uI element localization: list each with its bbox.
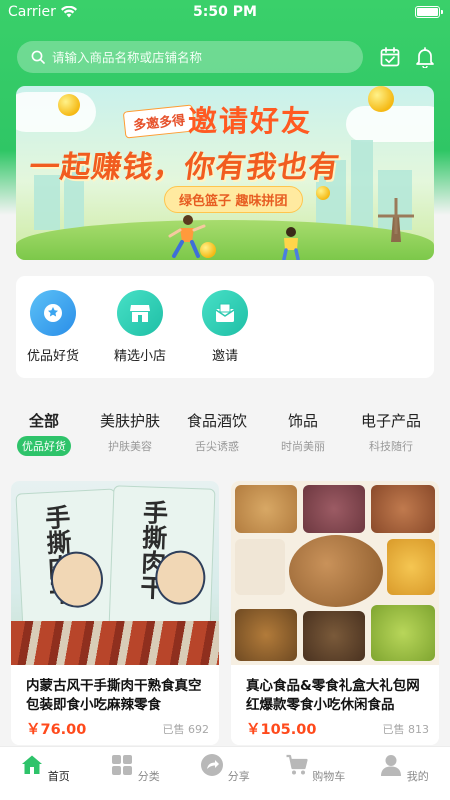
category-tab-accessories[interactable]: 饰品 时尚美丽	[258, 410, 348, 456]
tab-home[interactable]: 首页	[10, 753, 80, 784]
battery-icon	[415, 6, 443, 18]
building-decoration	[351, 140, 373, 230]
category-tab-all[interactable]: 全部 优品好货	[0, 410, 89, 456]
home-icon	[22, 755, 43, 774]
snack-peas	[371, 605, 435, 661]
cloud-decoration	[16, 92, 96, 132]
category-subtitle: 优品好货	[17, 436, 71, 456]
category-tab-electronics[interactable]: 电子产品 科技随行	[346, 410, 436, 456]
snack-beans	[235, 609, 297, 661]
jerky-pile	[11, 621, 219, 665]
tab-label: 我的	[406, 770, 429, 783]
share-icon	[201, 754, 224, 776]
category-subtitle: 科技随行	[369, 440, 413, 453]
shortcut-label: 优品好货	[26, 349, 79, 364]
product-price: ￥76.00	[26, 722, 87, 738]
product-name: 真心食品&零食礼盒大礼包网红爆款零食小吃休闲食品	[246, 678, 420, 713]
invite-envelope-icon	[202, 290, 248, 336]
jerky-package: 手撕肉干	[108, 485, 216, 633]
category-subtitle: 舌尖诱惑	[195, 440, 239, 453]
tab-label: 购物车	[312, 770, 346, 783]
category-title: 全部	[28, 412, 59, 430]
snack-mix	[303, 611, 365, 661]
snack-nougat	[235, 539, 285, 595]
status-bar: Carrier 5:50 PM	[0, 0, 450, 24]
status-time: 5:50 PM	[193, 4, 257, 20]
snack-walnut	[235, 485, 297, 533]
gear-badge-icon	[30, 290, 76, 336]
product-price: ￥105.00	[246, 722, 317, 738]
shortcut-selected-stores[interactable]: 精选小店	[100, 290, 180, 364]
coin-icon	[368, 86, 394, 112]
shortcut-panel: 优品好货 精选小店 邀请	[16, 276, 434, 378]
tab-label: 首页	[47, 770, 70, 783]
tab-cart[interactable]: 购物车	[280, 753, 350, 784]
snack-meat	[303, 485, 365, 533]
category-tab-skincare[interactable]: 美肤护肤 护肤美容	[85, 410, 175, 456]
tab-mine[interactable]: 我的	[369, 753, 439, 784]
banner-title: 邀请好友	[188, 104, 313, 138]
calendar-check-icon[interactable]	[379, 46, 401, 68]
tab-label: 分享	[227, 770, 250, 783]
category-title: 饰品	[287, 412, 318, 430]
tab-category[interactable]: 分类	[100, 753, 170, 784]
banner-tag: 多邀多得	[122, 104, 196, 139]
product-sold-count: 已售 692	[162, 723, 210, 736]
search-input[interactable]	[52, 49, 332, 65]
shortcut-label: 邀请	[211, 349, 238, 364]
category-tabs: 全部 优品好货 美肤护肤 护肤美容 食品酒饮 舌尖诱惑 饰品 时尚美丽 电子产品…	[0, 410, 450, 466]
snack-pastry	[387, 539, 435, 595]
store-icon	[117, 290, 163, 336]
shortcut-label: 精选小店	[113, 349, 166, 364]
child-illustration	[282, 227, 300, 260]
bottom-tab-bar: 首页 分类 分享 购物车 我的	[0, 746, 450, 800]
cart-icon	[286, 754, 308, 775]
grid-icon	[112, 755, 133, 775]
snack-almonds	[289, 535, 383, 607]
banner-subtitle: 绿色篮子 趣味拼团	[164, 186, 303, 213]
jerky-package: 手撕肉干	[15, 488, 123, 634]
category-title: 电子产品	[360, 412, 421, 430]
bell-icon[interactable]	[414, 46, 436, 68]
banner-slogan: 一起赚钱，你有我也有	[27, 150, 342, 185]
product-name: 内蒙古风干手撕肉干熟食真空包装即食小吃麻辣零食	[26, 678, 202, 713]
product-image: 手撕肉干 手撕肉干	[11, 481, 219, 665]
invite-banner[interactable]: 多邀多得 邀请好友 一起赚钱，你有我也有 绿色篮子 趣味拼团	[16, 86, 434, 260]
search-icon	[31, 50, 45, 64]
tab-label: 分类	[137, 770, 160, 783]
search-bar[interactable]	[17, 41, 363, 73]
cloud-decoration	[346, 106, 434, 142]
category-tab-food[interactable]: 食品酒饮 舌尖诱惑	[172, 410, 262, 456]
running-person-illustration	[168, 215, 206, 258]
cartoon-illustration	[154, 549, 207, 606]
shortcut-quality-goods[interactable]: 优品好货	[13, 290, 93, 364]
product-sold-count: 已售 813	[382, 723, 430, 736]
category-title: 食品酒饮	[186, 412, 247, 430]
tab-share[interactable]: 分享	[190, 753, 260, 784]
category-subtitle: 时尚美丽	[281, 440, 325, 453]
product-card[interactable]: 真心食品&零食礼盒大礼包网红爆款零食小吃休闲食品 ￥105.00 已售 813	[231, 481, 439, 745]
shortcut-invite[interactable]: 邀请	[185, 290, 265, 364]
product-card[interactable]: 手撕肉干 手撕肉干 内蒙古风干手撕肉干熟食真空包装即食小吃麻辣零食 ￥76.00…	[11, 481, 219, 745]
coin-icon	[58, 94, 80, 116]
category-subtitle: 护肤美容	[108, 440, 152, 453]
snack-cake	[371, 485, 435, 533]
product-image	[231, 481, 439, 665]
category-title: 美肤护肤	[99, 412, 160, 430]
coin-icon	[316, 186, 330, 200]
user-icon	[381, 755, 402, 776]
windmill-illustration	[378, 198, 414, 242]
